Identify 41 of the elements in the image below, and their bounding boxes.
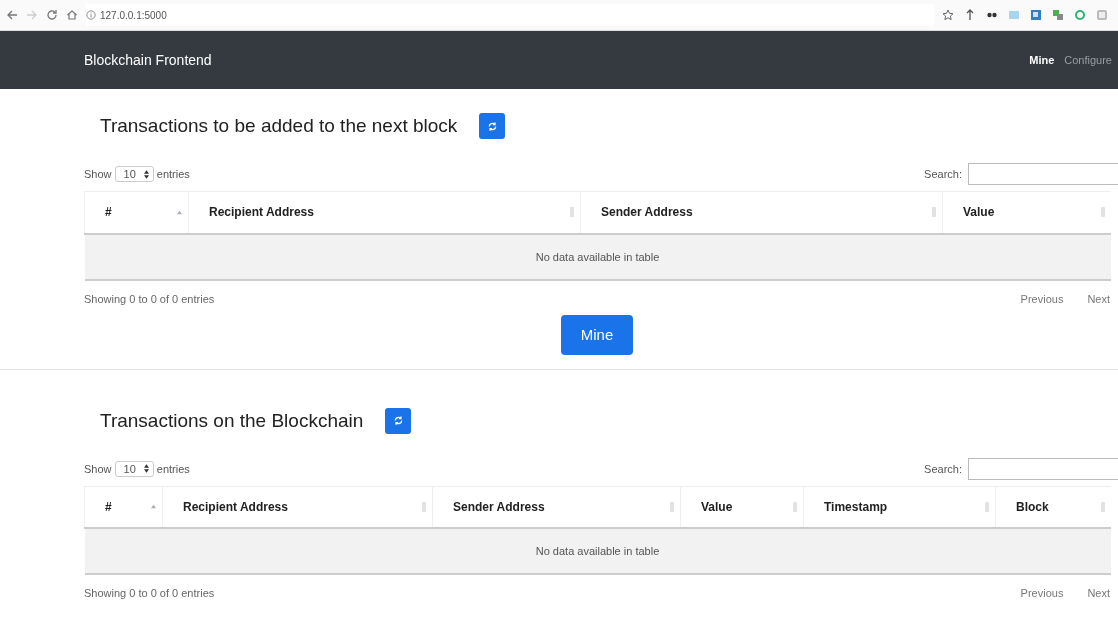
table-info: Showing 0 to 0 of 0 entries [84,292,215,305]
spinner-icon [143,169,149,179]
previous-link[interactable]: Previous [1020,587,1064,599]
empty-table-message: No data available in table [84,233,1111,280]
previous-link[interactable]: Previous [1020,292,1064,305]
nav-link[interactable]: Mine [1029,54,1055,66]
refresh-icon [392,415,404,426]
column-header[interactable]: # [84,191,189,234]
page-size-select[interactable]: 10 [114,166,154,182]
refresh-button[interactable] [479,113,506,139]
extension-icon[interactable] [964,9,976,21]
search-field[interactable] [968,457,1118,480]
section-title: Transactions on the Blockchain [100,409,364,432]
spinner-icon [143,464,149,473]
home-icon[interactable] [66,9,78,21]
search-label: Search: [924,462,962,475]
next-link[interactable]: Next [1087,292,1110,305]
column-header[interactable]: Recipient Address [188,191,581,234]
column-header[interactable]: Value [942,191,1111,234]
reload-icon[interactable] [46,9,58,21]
star-icon[interactable] [942,9,954,21]
info-icon [86,10,96,20]
entries-label: entries [156,462,190,475]
search-label: Search: [924,168,962,180]
entries-label: entries [156,168,190,180]
refresh-button[interactable] [385,407,412,434]
show-label: Show [84,168,112,180]
search-field[interactable] [968,163,1118,185]
table-info: Showing 0 to 0 of 0 entries [84,587,215,599]
next-link[interactable]: Next [1087,587,1110,599]
column-header[interactable]: Sender Address [580,191,943,234]
refresh-icon [486,120,498,132]
page-size-select[interactable]: 10 [114,460,154,477]
brand-title[interactable]: Blockchain Frontend [84,52,212,68]
section-title: Transactions to be added to the next block [100,115,458,137]
mine-button[interactable]: Mine [561,314,633,355]
show-label: Show [84,462,112,475]
nav-link[interactable]: Configure [1064,54,1112,66]
empty-table-message: No data available in table [84,528,1111,574]
address-bar[interactable]: 127.0.0.1:5000 [86,4,934,26]
back-arrow-icon[interactable] [6,9,18,21]
